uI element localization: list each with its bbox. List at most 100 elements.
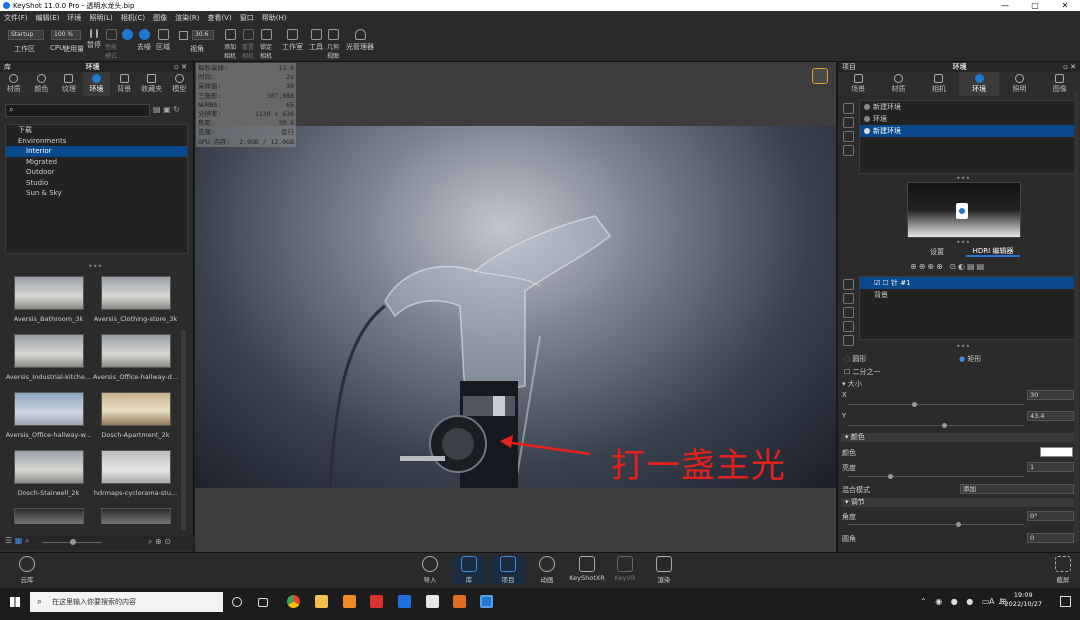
pin-target-icon[interactable] [842, 335, 854, 346]
adjust-section-header[interactable]: ▾ 调节 [841, 498, 1077, 507]
tab-colors[interactable]: 颜色 [28, 72, 56, 96]
geometry-view-button[interactable]: 几何 视图 [327, 29, 339, 60]
splitter-handle[interactable]: ••• [88, 262, 102, 271]
thumbnail-item[interactable]: Dosch-Apartment_2k [92, 388, 179, 446]
wps-icon[interactable] [370, 595, 383, 608]
cpu-usage-field[interactable]: 100 % [51, 30, 81, 40]
pin-toolbar[interactable]: ⊕⊕⊕⊕ ⊙◐▤▤ [910, 262, 986, 271]
thumbnails-scrollbar[interactable] [181, 330, 186, 530]
zoom-icon[interactable]: ⌕ [25, 536, 29, 545]
thumbnail-item[interactable]: Aversis_Office-hallway-d... [92, 330, 179, 388]
tree-item-studio[interactable]: Studio [6, 178, 187, 189]
keyshot-taskbar-icon[interactable] [480, 595, 493, 608]
menu-lighting[interactable]: 照明(L) [89, 13, 112, 23]
delete-environment-icon[interactable] [842, 145, 854, 156]
keyshotxr-button[interactable]: KeyShotXR [569, 556, 605, 582]
half-checkbox[interactable]: ☐ 二分之一 [844, 367, 881, 377]
add-camera-button[interactable]: 添加 相机 [224, 29, 236, 60]
task-view-icon[interactable] [258, 598, 268, 607]
pause-button[interactable]: 暂停 [87, 29, 101, 50]
keyvr-button[interactable]: KeyVR [608, 556, 642, 582]
angle-field[interactable]: 0° [1027, 511, 1074, 521]
splitter-handle[interactable]: ••• [956, 342, 970, 351]
library-search-input[interactable]: ⌕ [5, 104, 150, 117]
brightness-field[interactable]: 1 [1027, 462, 1074, 472]
folder-actions[interactable]: ▤ ▣ ↻ [153, 105, 180, 114]
subtab-settings[interactable]: 设置 [930, 247, 944, 257]
menu-camera[interactable]: 相机(C) [121, 13, 145, 23]
search-bottom-icon[interactable]: ⌕ ⊕ ⊙ [148, 537, 171, 547]
thumbnail-item[interactable]: Aversis_Clothing-store_3k [92, 272, 179, 330]
thumbnail-item[interactable]: Aversis_Office-hallway-w... [5, 388, 92, 446]
menu-image[interactable]: 图像 [153, 13, 167, 23]
light-manager-button[interactable]: 光管理器 [346, 29, 374, 52]
right-panel-scrollbar[interactable] [1074, 92, 1079, 542]
render-mode-icon[interactable] [812, 68, 828, 84]
thumbnail-item[interactable]: Dosch-Stairwell_2k [5, 446, 92, 504]
chrome-icon[interactable] [287, 595, 300, 608]
reset-camera-button[interactable]: 重置 相机 [242, 29, 254, 60]
environment-item[interactable]: 环境 [860, 113, 1076, 125]
slider-knob[interactable] [888, 474, 893, 479]
tab-materials[interactable]: 材质 [878, 72, 918, 96]
color-section-header[interactable]: ▾ 颜色 [841, 433, 1077, 442]
duplicate-environment-icon[interactable] [842, 131, 854, 142]
file-explorer-icon[interactable] [315, 595, 328, 608]
size-x-slider[interactable] [848, 402, 1024, 407]
angle-slider[interactable] [848, 522, 1024, 527]
taskbar-search-input[interactable]: ⌕ 在这里输入你要搜索的内容 [30, 592, 223, 612]
app-blue-icon[interactable] [398, 595, 411, 608]
grid-view-icon[interactable]: ▦ [15, 536, 23, 545]
notification-icon[interactable] [1060, 596, 1071, 607]
animation-button[interactable]: 动画 [530, 556, 564, 584]
fov-field[interactable]: 30.6 [192, 30, 214, 40]
size-section-header[interactable]: ▾ 大小 [842, 379, 862, 389]
cpu-mode-button[interactable] [122, 29, 133, 42]
fillet-field[interactable]: 0 [1027, 533, 1074, 543]
tools-button[interactable]: 工具 [309, 29, 323, 52]
color-swatch[interactable] [1040, 447, 1073, 457]
denoise-button[interactable]: 去噪 [137, 29, 151, 52]
tab-environments[interactable]: 环境 [82, 72, 111, 96]
tab-materials[interactable]: 材质 [0, 72, 28, 96]
windows-start-icon[interactable] [10, 597, 20, 607]
search-app-icon[interactable] [343, 595, 356, 608]
tree-item-migrated[interactable]: Migrated [6, 157, 187, 168]
close-panel-icon[interactable]: ▫ ✕ [1063, 62, 1080, 72]
menu-help[interactable]: 帮助(H) [262, 13, 287, 23]
menu-file[interactable]: 文件(F) [4, 13, 28, 23]
lock-camera-button[interactable]: 锁定 相机 [260, 29, 272, 60]
cortana-icon[interactable] [232, 597, 242, 607]
studio-button[interactable]: 工作室 [282, 29, 303, 52]
tab-environment[interactable]: 环境 [958, 72, 1000, 96]
slider-knob[interactable] [942, 423, 947, 428]
pin-item-selected[interactable]: ☑ ☐ 针 #1 [860, 277, 1076, 289]
thumbnail-item[interactable]: Aversis_Bathroom_3k [5, 272, 92, 330]
app-white-icon[interactable] [426, 595, 439, 608]
tab-camera[interactable]: 相机 [919, 72, 959, 96]
tab-lighting[interactable]: 照明 [999, 72, 1039, 96]
hdri-preview[interactable] [907, 182, 1021, 238]
size-y-field[interactable]: 43.4 [1027, 411, 1074, 421]
pin-item[interactable]: 背景 [860, 289, 1076, 301]
close-panel-icon[interactable]: ▫ ✕ [174, 62, 193, 72]
brightness-slider[interactable] [848, 474, 1024, 479]
move-up-icon[interactable] [842, 293, 854, 304]
region-button[interactable]: 区域 [156, 29, 170, 52]
tab-models[interactable]: 模型 [165, 72, 193, 96]
subtab-hdri-editor[interactable]: HDRI 编辑器 [966, 246, 1020, 257]
copy-pin-icon[interactable] [842, 321, 854, 332]
delete-pin-icon[interactable] [842, 279, 854, 290]
copy-environment-icon[interactable] [842, 117, 854, 128]
screenshot-button[interactable]: 截屏 [1046, 556, 1080, 584]
tree-item-outdoor[interactable]: Outdoor [6, 167, 187, 178]
tab-favorites[interactable]: 收藏夹 [138, 72, 166, 96]
workspace-select[interactable]: Startup [8, 30, 44, 40]
performance-mode-button[interactable]: 性能 模式 [105, 29, 117, 60]
thumbnail-item[interactable]: Aversis_Industrial-kitche... [5, 330, 92, 388]
library-button[interactable]: 库 [452, 556, 486, 584]
menu-edit[interactable]: 编辑(E) [36, 13, 60, 23]
input-language[interactable]: A [989, 597, 994, 606]
menu-render[interactable]: 渲染(R) [175, 13, 199, 23]
list-view-icon[interactable]: ☰ [5, 536, 12, 545]
